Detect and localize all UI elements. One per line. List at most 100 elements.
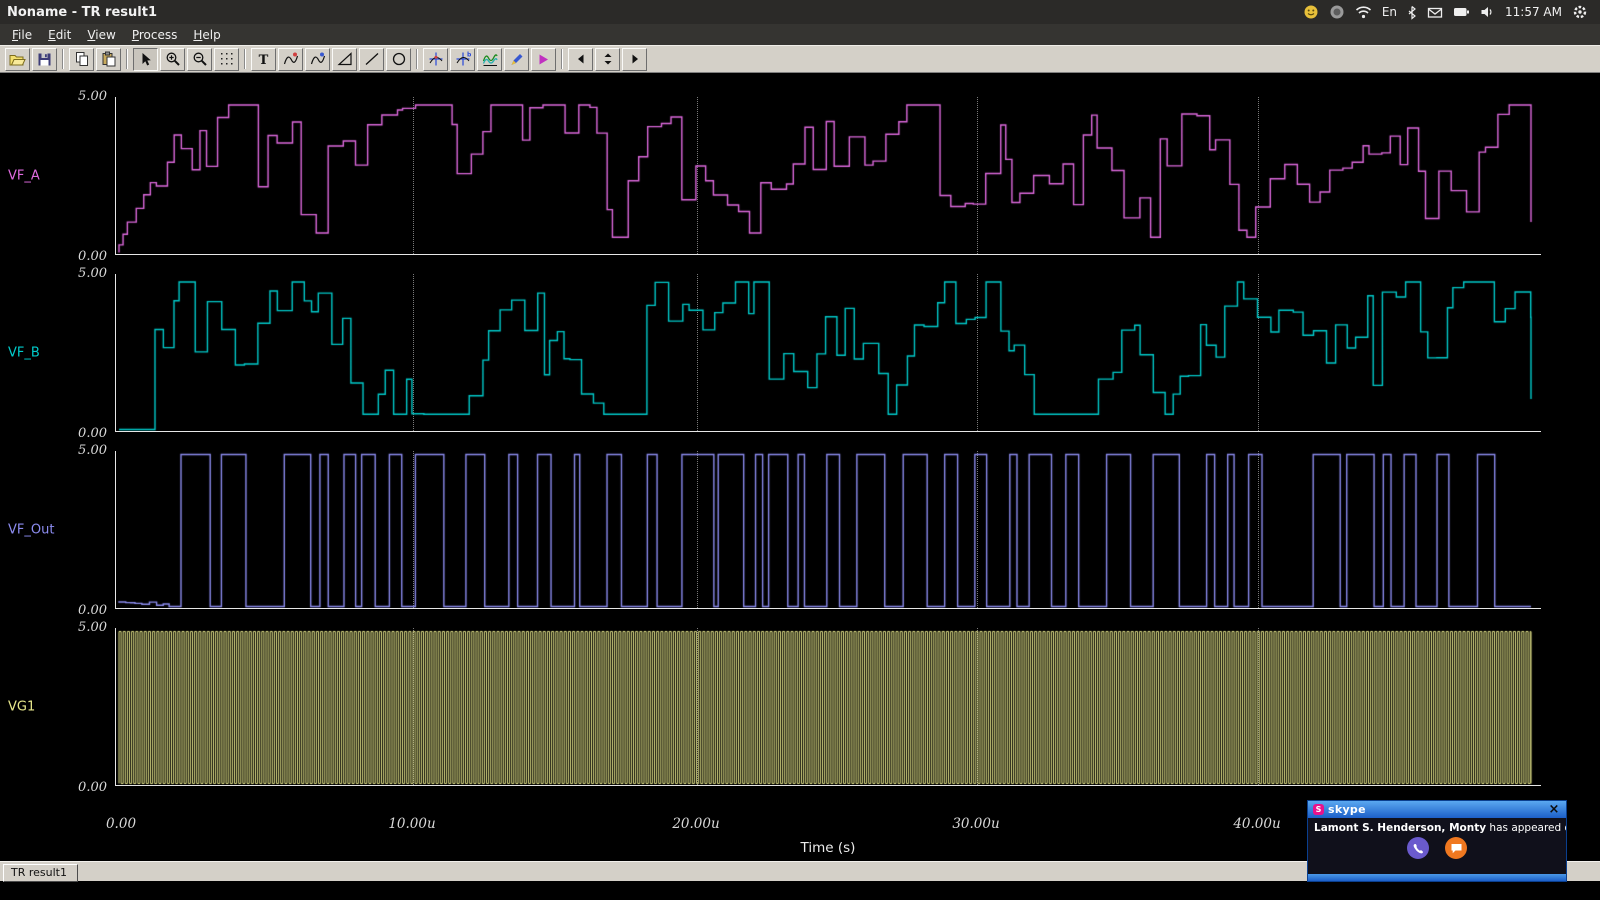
keyboard-layout-indicator[interactable]: En <box>1382 5 1397 19</box>
top-panel: Noname - TR result1 En 11:57 AM <box>0 0 1600 24</box>
zoom-out-button[interactable] <box>187 48 212 71</box>
pen-icon <box>509 51 525 67</box>
skype-logo-icon: S <box>1313 804 1324 815</box>
toolbar: T b <box>0 45 1600 73</box>
y-max-label: 5.00 <box>0 443 107 458</box>
menu-edit[interactable]: Edit <box>40 26 79 44</box>
waveform-plot-vf-a[interactable] <box>115 97 1541 255</box>
svg-text:b: b <box>467 52 471 59</box>
waveform-canvas-vg1 <box>116 628 1540 785</box>
phone-icon <box>1412 842 1425 855</box>
circle-tool-button[interactable] <box>386 48 411 71</box>
battery-icon[interactable] <box>1453 6 1470 18</box>
signal-name-vf-a: VF_A <box>8 169 40 184</box>
plot-row-vg1: VG1 5.00 0.00 <box>0 628 1600 786</box>
y-max-label: 5.00 <box>0 89 107 104</box>
y-max-label: 5.00 <box>0 620 107 635</box>
text-tool-button[interactable]: T <box>251 48 276 71</box>
page-next-button[interactable] <box>622 48 647 71</box>
skype-message: Lamont S. Henderson, Monty has appeared … <box>1308 818 1566 834</box>
result-tab[interactable]: TR result1 <box>3 864 78 882</box>
cursor-a-button[interactable] <box>423 48 448 71</box>
y-min-label: 0.00 <box>0 426 107 441</box>
skype-contact-name: Lamont S. Henderson, Monty <box>1314 822 1486 834</box>
select-cursor-button[interactable] <box>133 48 158 71</box>
skype-titlebar: S skype × <box>1308 801 1566 818</box>
y-min-label: 0.00 <box>0 780 107 795</box>
probe-a-button[interactable] <box>278 48 303 71</box>
x-tick-30u: 30.00u <box>952 816 999 832</box>
nav-left-icon <box>575 53 587 65</box>
cursor-a-icon <box>428 51 444 67</box>
paste-icon <box>101 51 117 67</box>
plot-area: VF_A 5.00 0.00 VF_B 5.00 0.00 VF_Out 5.0… <box>0 73 1600 861</box>
save-icon <box>37 52 52 67</box>
app-indicator-icon[interactable] <box>1329 4 1345 20</box>
probe-b-button[interactable] <box>305 48 330 71</box>
skype-chat-button[interactable] <box>1445 837 1467 859</box>
pen-tool-button[interactable] <box>504 48 529 71</box>
run-icon <box>536 52 551 67</box>
grid-toggle-button[interactable] <box>214 48 239 71</box>
copy-button[interactable] <box>69 48 94 71</box>
x-tick-20u: 20.00u <box>672 816 719 832</box>
page-prev-button[interactable] <box>568 48 593 71</box>
skype-close-button[interactable]: × <box>1547 803 1561 817</box>
mail-icon[interactable] <box>1427 6 1443 19</box>
emoji-indicator-icon[interactable] <box>1303 4 1319 20</box>
line-tool-button[interactable] <box>359 48 384 71</box>
text-tool-icon: T <box>256 52 271 67</box>
y-max-label: 5.00 <box>0 266 107 281</box>
menu-help[interactable]: Help <box>185 26 228 44</box>
skype-call-button[interactable] <box>1407 837 1429 859</box>
toolbar-separator <box>416 49 418 69</box>
nav-right-icon <box>629 53 641 65</box>
volume-icon[interactable] <box>1480 5 1495 19</box>
menu-process[interactable]: Process <box>124 26 186 44</box>
menu-file[interactable]: File <box>4 26 40 44</box>
x-tick-40u: 40.00u <box>1233 816 1280 832</box>
waveform-canvas-vf-b <box>116 274 1540 431</box>
signal-name-vf-b: VF_B <box>8 346 40 361</box>
toolbar-separator <box>561 49 563 69</box>
menu-bar: File Edit View Process Help <box>0 24 1600 45</box>
multi-wave-icon <box>482 51 498 67</box>
waveform-canvas-vf-a <box>116 97 1540 254</box>
multi-wave-button[interactable] <box>477 48 502 71</box>
cursor-icon <box>138 52 153 67</box>
save-button[interactable] <box>32 48 57 71</box>
y-min-label: 0.00 <box>0 603 107 618</box>
zoom-in-button[interactable] <box>160 48 185 71</box>
wifi-icon[interactable] <box>1355 5 1372 19</box>
paste-button[interactable] <box>96 48 121 71</box>
waveform-plot-vf-b[interactable] <box>115 274 1541 432</box>
slope-icon <box>337 51 353 67</box>
probe-b-icon <box>310 51 326 67</box>
session-gear-icon[interactable] <box>1572 4 1588 20</box>
bluetooth-icon[interactable] <box>1407 5 1417 20</box>
menu-view[interactable]: View <box>79 26 123 44</box>
cursor-b-button[interactable]: b <box>450 48 475 71</box>
plot-row-vf-out: VF_Out 5.00 0.00 <box>0 451 1600 609</box>
slope-tool-button[interactable] <box>332 48 357 71</box>
run-button[interactable] <box>531 48 556 71</box>
skype-bottom-strip <box>1308 874 1566 881</box>
page-spinner[interactable] <box>595 48 620 71</box>
svg-text:T: T <box>259 53 269 67</box>
x-tick-0: 0.00 <box>106 816 136 832</box>
copy-icon <box>74 51 90 67</box>
cursor-b-icon: b <box>455 51 471 67</box>
clock-indicator[interactable]: 11:57 AM <box>1505 5 1562 19</box>
grid-icon <box>219 51 235 67</box>
open-button[interactable] <box>5 48 30 71</box>
skype-notification[interactable]: S skype × Lamont S. Henderson, Monty has… <box>1307 800 1567 882</box>
waveform-plot-vf-out[interactable] <box>115 451 1541 609</box>
probe-a-icon <box>283 51 299 67</box>
chat-bubble-icon <box>1450 842 1463 855</box>
signal-name-vg1: VG1 <box>8 700 35 715</box>
plot-row-vf-a: VF_A 5.00 0.00 <box>0 97 1600 255</box>
waveform-plot-vg1[interactable] <box>115 628 1541 786</box>
zoom-in-icon <box>165 51 181 67</box>
plot-row-vf-b: VF_B 5.00 0.00 <box>0 274 1600 432</box>
zoom-out-icon <box>192 51 208 67</box>
